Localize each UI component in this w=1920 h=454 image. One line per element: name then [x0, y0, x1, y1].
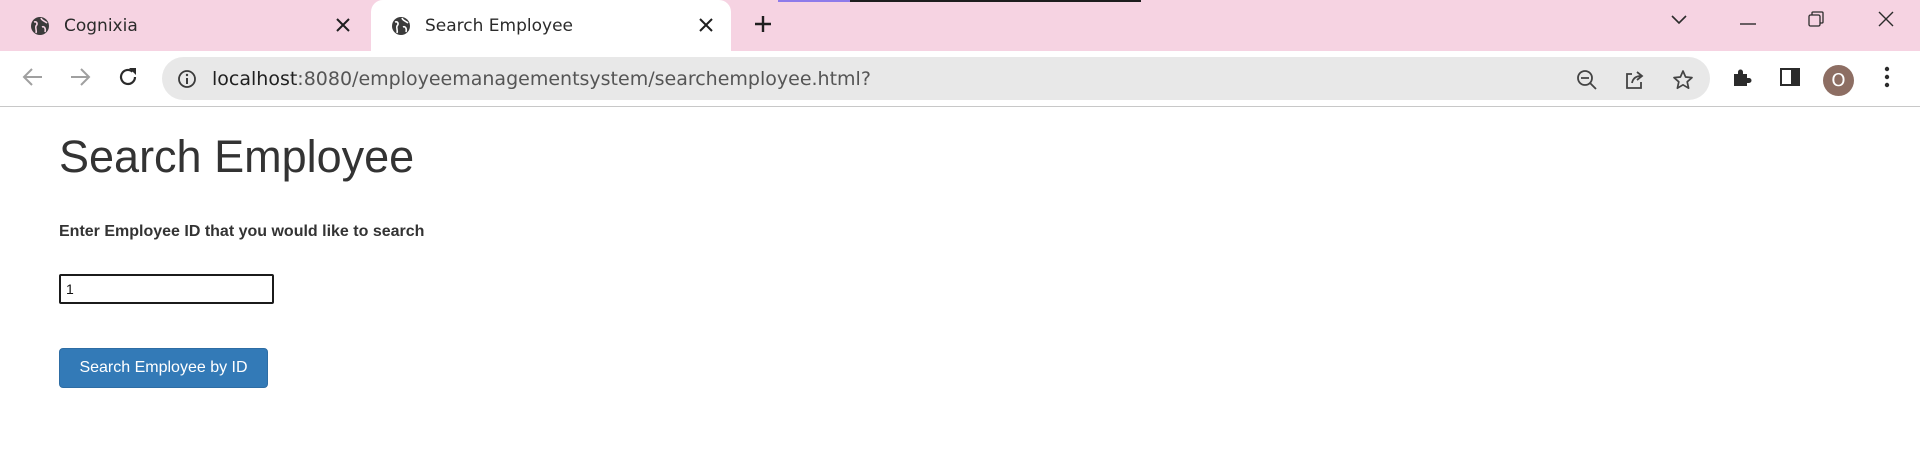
info-icon[interactable] — [176, 68, 198, 90]
globe-icon — [30, 16, 50, 36]
back-arrow-icon — [22, 66, 44, 93]
back-button[interactable] — [17, 63, 49, 95]
new-tab-button[interactable] — [749, 12, 777, 40]
address-bar[interactable]: localhost:8080/employeemanagementsystem/… — [162, 57, 1710, 100]
close-icon[interactable] — [695, 14, 717, 36]
forward-arrow-icon — [69, 66, 91, 93]
tab-title: Cognixia — [64, 15, 138, 36]
employee-id-input[interactable] — [59, 274, 274, 304]
minimize-icon — [1740, 12, 1756, 30]
window-close-button[interactable] — [1858, 0, 1914, 42]
page-content: Search Employee Enter Employee ID that y… — [0, 107, 1920, 454]
tab-cognixia[interactable]: Cognixia — [0, 0, 368, 51]
page-title: Search Employee — [59, 131, 415, 182]
search-employee-button[interactable]: Search Employee by ID — [59, 348, 268, 388]
url-text[interactable]: localhost:8080/employeemanagementsystem/… — [212, 68, 871, 90]
extensions-icon — [1731, 66, 1753, 93]
reload-icon — [117, 66, 139, 93]
tab-search-button[interactable] — [1651, 0, 1707, 42]
close-icon[interactable] — [332, 14, 354, 36]
plus-icon — [753, 14, 773, 39]
more-vert-icon — [1884, 66, 1890, 93]
restore-button[interactable] — [1788, 0, 1844, 42]
browser-toolbar: localhost:8080/employeemanagementsystem/… — [0, 51, 1920, 107]
employee-id-label: Enter Employee ID that you would like to… — [59, 223, 425, 240]
extensions-button[interactable] — [1726, 63, 1758, 95]
side-panel-icon — [1779, 66, 1801, 93]
reload-button[interactable] — [112, 63, 144, 95]
url-path: :8080/employeemanagementsystem/searchemp… — [297, 68, 871, 90]
chevron-down-icon — [1671, 12, 1687, 30]
forward-button[interactable] — [64, 63, 96, 95]
globe-icon — [391, 16, 411, 36]
side-panel-button[interactable] — [1774, 63, 1806, 95]
tab-loading-accent — [778, 0, 850, 2]
tab-search-employee[interactable]: Search Employee — [371, 0, 731, 51]
menu-button[interactable] — [1871, 63, 1903, 95]
star-icon[interactable] — [1670, 67, 1696, 93]
restore-icon — [1808, 10, 1824, 32]
zoom-out-icon[interactable] — [1574, 67, 1600, 93]
url-host: localhost — [212, 68, 298, 90]
share-icon[interactable] — [1622, 67, 1648, 93]
tab-title: Search Employee — [425, 15, 574, 36]
tab-strip: Cognixia Search Employee — [0, 0, 1920, 51]
minimize-button[interactable] — [1720, 0, 1776, 42]
profile-avatar[interactable]: O — [1823, 65, 1854, 96]
window-close-icon — [1878, 11, 1894, 32]
